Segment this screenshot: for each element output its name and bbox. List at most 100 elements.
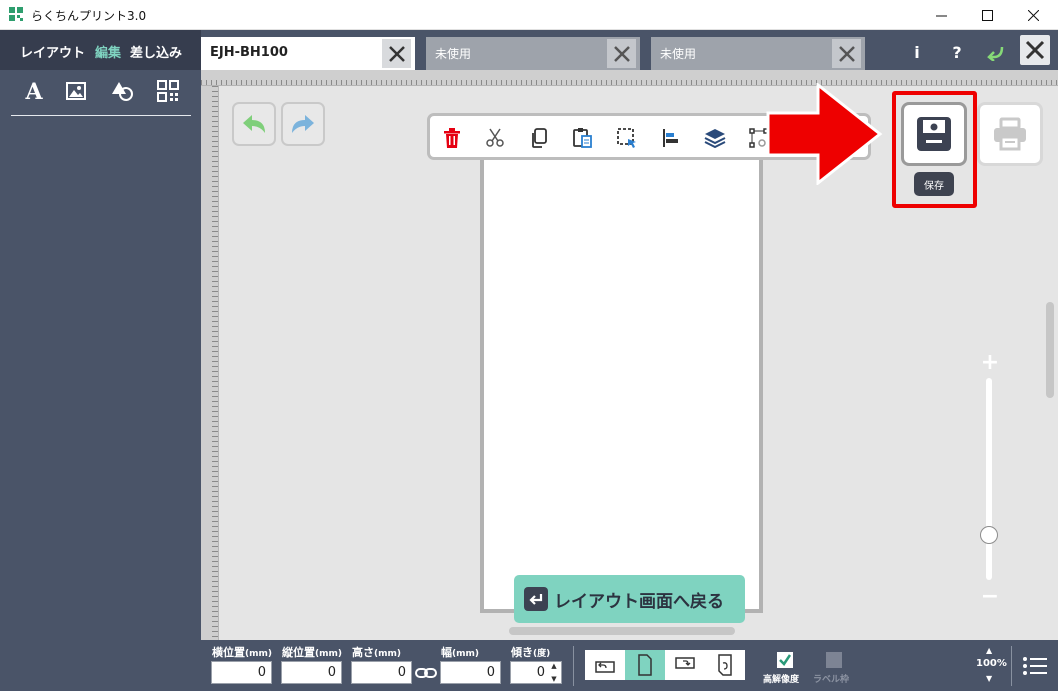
y-position-label: 縦位置(mm)	[282, 646, 342, 659]
text-tool-button[interactable]: A	[21, 78, 47, 104]
divider	[1011, 646, 1012, 686]
high-res-label: 高解像度	[763, 675, 800, 685]
divider	[573, 646, 574, 686]
label-paper[interactable]	[480, 136, 763, 613]
sidebar: レイアウト 編集 差し込み A	[0, 30, 201, 691]
rotate-right-icon	[675, 657, 695, 669]
info-button[interactable]: i	[905, 40, 929, 64]
doc-tab-label: EJH-BH100	[210, 45, 288, 60]
rotate-180-button[interactable]	[705, 650, 745, 680]
vertical-scrollbar[interactable]	[1046, 302, 1054, 398]
shape-tool-button[interactable]	[109, 78, 135, 104]
doc-tab-close-button[interactable]	[832, 39, 861, 68]
zoom-out-button[interactable]: −	[979, 584, 1001, 609]
orientation-group	[585, 650, 745, 680]
height-label: 高さ(mm)	[352, 646, 401, 659]
back-to-layout-button[interactable]: レイアウト画面へ戻る	[514, 575, 745, 623]
print-button[interactable]	[977, 102, 1043, 166]
align-button[interactable]	[658, 125, 684, 151]
label-frame-label: ラベル枠	[813, 675, 850, 685]
link-icon	[415, 668, 437, 678]
copy-button[interactable]	[526, 125, 552, 151]
close-document-button[interactable]	[1020, 35, 1050, 65]
doc-tab-label: 未使用	[435, 47, 472, 61]
zoom-down-arrow-icon[interactable]: ▼	[986, 674, 992, 683]
align-left-icon	[663, 129, 678, 147]
paste-button[interactable]	[570, 125, 596, 151]
paste-icon	[573, 128, 592, 148]
doc-tab-close-button[interactable]	[607, 39, 636, 68]
list-menu-button[interactable]	[1021, 652, 1049, 680]
minimize-button[interactable]	[918, 0, 964, 30]
aspect-link-button[interactable]	[414, 664, 438, 682]
angle-stepper[interactable]: ▲ ▼	[548, 662, 560, 683]
redo-icon	[292, 115, 314, 133]
pointer-arrow-icon	[766, 83, 883, 185]
printer-icon	[994, 117, 1026, 151]
layer-button[interactable]	[702, 125, 728, 151]
sidebar-tools: A	[11, 70, 191, 116]
width-label: 幅(mm)	[441, 646, 479, 659]
return-icon	[524, 587, 548, 611]
select-area-button[interactable]	[614, 125, 640, 151]
app-title: らくちんプリント3.0	[31, 9, 147, 23]
scissors-icon	[486, 128, 504, 147]
maximize-icon	[981, 9, 993, 21]
rotate-right-button[interactable]	[665, 650, 705, 680]
horizontal-ruler	[201, 70, 1058, 86]
document-tab-bar: EJH-BH100 未使用 未使用 i ?	[201, 30, 1058, 70]
close-icon	[1025, 40, 1045, 60]
portrait-button[interactable]	[625, 650, 665, 680]
tab-layout[interactable]: レイアウト	[20, 42, 85, 61]
chevron-down-icon[interactable]: ▼	[551, 675, 556, 683]
doc-tab-3[interactable]: 未使用	[651, 37, 865, 70]
close-icon	[1027, 9, 1039, 21]
x-position-input[interactable]: 0	[211, 661, 272, 684]
rotate-180-icon	[718, 654, 732, 676]
width-input[interactable]: 0	[440, 661, 501, 684]
maximize-button[interactable]	[964, 0, 1010, 30]
close-icon	[388, 45, 405, 62]
undo-button[interactable]	[232, 102, 276, 146]
editor-canvas[interactable]: レイアウト画面へ戻る + − 保存	[201, 70, 1058, 640]
qr-tool-icon	[157, 80, 179, 102]
doc-tab-close-button[interactable]	[382, 39, 411, 68]
title-bar: らくちんプリント3.0	[0, 0, 1058, 30]
doc-tab-1[interactable]: EJH-BH100	[201, 37, 415, 70]
minimize-icon	[935, 15, 947, 16]
delete-button[interactable]	[439, 125, 465, 151]
window-close-button[interactable]	[1010, 0, 1056, 30]
image-tool-button[interactable]	[63, 78, 89, 104]
height-input[interactable]: 0	[351, 661, 412, 684]
vertical-ruler	[201, 86, 219, 640]
qr-tool-button[interactable]	[155, 78, 181, 104]
return-arrow-icon	[987, 46, 1004, 61]
page-portrait-icon	[638, 654, 652, 676]
rotate-left-button[interactable]	[585, 650, 625, 680]
chevron-up-icon[interactable]: ▲	[551, 662, 556, 670]
angle-label: 傾き(度)	[511, 646, 551, 659]
zoom-slider-handle[interactable]	[980, 526, 998, 544]
zoom-slider[interactable]	[986, 378, 992, 580]
zoom-in-button[interactable]: +	[979, 350, 1001, 375]
rotate-left-icon	[595, 661, 615, 673]
revert-button[interactable]	[984, 40, 1008, 64]
highlight-box	[892, 91, 977, 208]
high-res-checkbox[interactable]	[777, 652, 793, 668]
help-button[interactable]: ?	[945, 40, 969, 64]
label-frame-checkbox[interactable]	[826, 652, 842, 668]
cut-button[interactable]	[482, 125, 508, 151]
tab-merge[interactable]: 差し込み	[130, 42, 182, 61]
zoom-up-arrow-icon[interactable]: ▲	[986, 646, 992, 655]
back-to-layout-label: レイアウト画面へ戻る	[554, 591, 724, 612]
close-icon	[613, 45, 630, 62]
doc-tab-2[interactable]: 未使用	[426, 37, 640, 70]
y-position-input[interactable]: 0	[281, 661, 342, 684]
close-icon	[838, 45, 855, 62]
trash-icon	[444, 128, 460, 148]
horizontal-scrollbar[interactable]	[509, 627, 735, 635]
tab-edit[interactable]: 編集	[95, 42, 121, 61]
x-position-label: 横位置(mm)	[212, 646, 272, 659]
layers-icon	[704, 129, 726, 149]
redo-button[interactable]	[281, 102, 325, 146]
